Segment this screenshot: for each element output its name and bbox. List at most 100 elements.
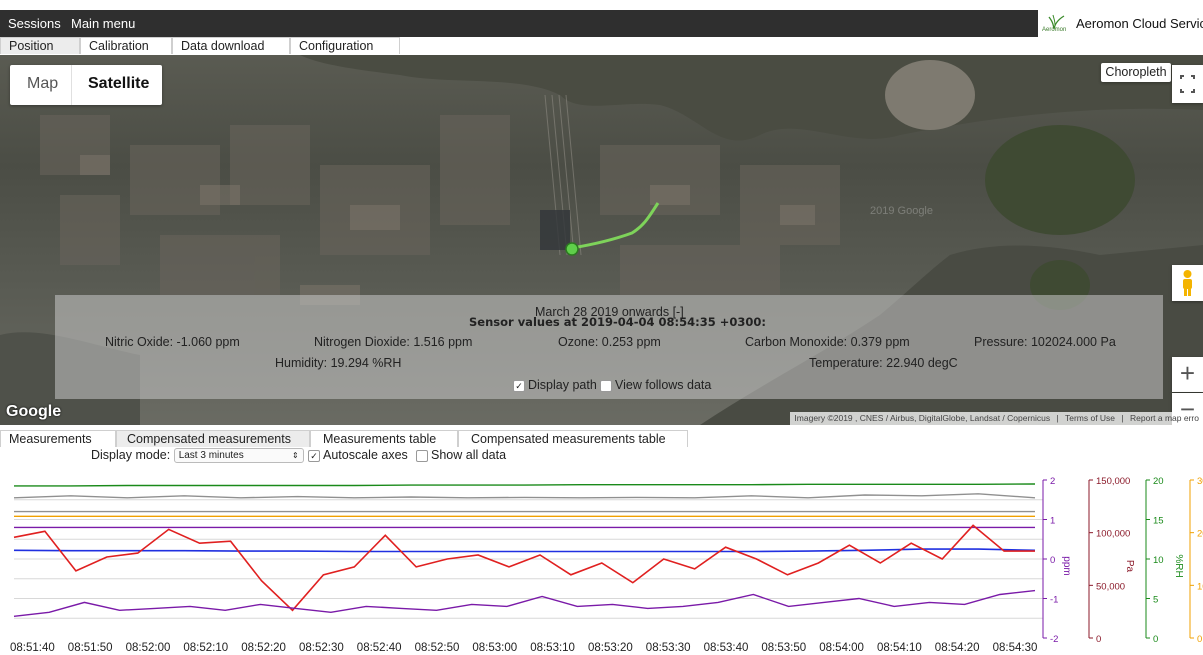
x-tick-label: 08:53:50 — [761, 642, 806, 654]
brand-logo-text: Aeromon — [1042, 27, 1067, 33]
axis-tick-label: 30 — [1197, 476, 1203, 487]
zoom-in-button[interactable]: + — [1172, 357, 1203, 392]
x-tick-label: 08:53:40 — [704, 642, 749, 654]
pressure-value: Pressure: 102024.000 Pa — [974, 335, 1116, 349]
display-path-label: Display path — [528, 378, 597, 392]
display-path-toggle[interactable]: ✓ Display path — [513, 378, 597, 392]
x-tick-label: 08:54:00 — [819, 642, 864, 654]
tab-compensated-measurements-table[interactable]: Compensated measurements table — [458, 430, 688, 447]
map-type-satellite-button[interactable]: Satellite — [88, 75, 149, 93]
x-tick-label: 08:54:20 — [935, 642, 980, 654]
view-follows-checkbox[interactable] — [600, 379, 612, 392]
x-tick-label: 08:51:50 — [68, 642, 113, 654]
sensor-heading: Sensor values at 2019-04-04 08:54:35 +03… — [469, 315, 767, 329]
x-tick-label: 08:52:40 — [357, 642, 402, 654]
axis-tick-label: 10 — [1153, 555, 1164, 566]
sessions-menu[interactable]: Sessions — [8, 16, 61, 31]
show-all-label: Show all data — [431, 448, 507, 462]
x-tick-label: 08:53:30 — [646, 642, 691, 654]
carbon-monoxide-value: Carbon Monoxide: 0.379 ppm — [745, 335, 910, 349]
series-line — [13, 493, 1036, 499]
axis-tick-label: 1 — [1050, 516, 1055, 527]
main-menu[interactable]: Main menu — [71, 16, 135, 31]
map-type-map-button[interactable]: Map — [27, 75, 58, 93]
axis-tick-label: 0 — [1197, 634, 1202, 645]
x-tick-label: 08:53:00 — [472, 642, 517, 654]
autoscale-checkbox[interactable]: ✓ — [308, 449, 320, 462]
humidity-value: Humidity: 19.294 %RH — [275, 356, 402, 370]
tab-calibration[interactable]: Calibration — [80, 37, 172, 54]
top-tabs: Position Calibration Data download Confi… — [0, 37, 1203, 55]
x-tick-label: 08:52:30 — [299, 642, 344, 654]
display-path-checkbox[interactable]: ✓ — [513, 379, 525, 392]
nitric-oxide-value: Nitric Oxide: -1.060 ppm — [105, 335, 240, 349]
map-attribution: Imagery ©2019 , CNES / Airbus, DigitalGl… — [790, 412, 1203, 425]
tab-measurements-table[interactable]: Measurements table — [310, 430, 458, 447]
bottom-tabs: Measurements Compensated measurements Me… — [0, 430, 1203, 447]
measurements-chart[interactable]: 08:51:40 08:51:50 08:52:00 08:52:10 08:52:20… — [0, 468, 1203, 655]
autoscale-toggle[interactable]: ✓ Autoscale axes — [308, 448, 408, 464]
terms-of-use-link[interactable]: Terms of Use — [1065, 413, 1115, 423]
axis-tick-label: 20 — [1197, 529, 1203, 540]
tab-data-download[interactable]: Data download — [172, 37, 290, 54]
x-tick-label: 08:52:00 — [126, 642, 171, 654]
axis-unit-label: ppm — [1061, 556, 1072, 575]
axis-tick-label: 5 — [1153, 595, 1158, 606]
show-all-toggle[interactable]: Show all data — [416, 448, 506, 464]
axis-tick-label: 10 — [1197, 581, 1203, 592]
view-follows-label: View follows data — [615, 378, 712, 392]
display-mode-value: Last 3 minutes — [178, 450, 244, 462]
axis-tick-label: -2 — [1050, 634, 1058, 645]
tab-position[interactable]: Position — [0, 37, 80, 54]
pegman-icon — [1183, 270, 1192, 296]
ozone-value: Ozone: 0.253 ppm — [558, 335, 661, 349]
axis-tick-label: 0 — [1096, 634, 1101, 645]
tab-measurements[interactable]: Measurements — [0, 430, 116, 447]
axis-tick-label: 0 — [1050, 555, 1055, 566]
axis-tick-label: -1 — [1050, 595, 1058, 606]
choropleth-button[interactable]: Choropleth — [1101, 63, 1171, 82]
x-tick-label: 08:53:10 — [530, 642, 575, 654]
x-tick-label: 08:51:40 — [10, 642, 55, 654]
axis-tick-label: 15 — [1153, 516, 1164, 527]
x-tick-label: 08:52:50 — [415, 642, 460, 654]
sensor-values-panel: March 28 2019 onwards [-] Sensor values … — [55, 295, 1163, 399]
nitrogen-dioxide-value: Nitrogen Dioxide: 1.516 ppm — [314, 335, 473, 349]
display-mode-select[interactable]: Last 3 minutes ⇕ — [173, 448, 304, 464]
satellite-map[interactable]: 2019 Google Map Satellite Choropleth + −… — [0, 55, 1203, 425]
x-tick-label: 08:54:30 — [993, 642, 1038, 654]
select-arrows-icon: ⇕ — [291, 451, 299, 461]
brand-name: Aeromon Cloud Servic — [1076, 16, 1203, 31]
x-tick-label: 08:52:20 — [241, 642, 286, 654]
report-map-error-link[interactable]: Report a map erro — [1130, 413, 1199, 423]
fullscreen-icon — [1180, 75, 1195, 93]
series-line — [14, 483, 1036, 487]
series-line — [13, 524, 1035, 612]
x-tick-label: 08:52:10 — [183, 642, 228, 654]
map-type-control: Map Satellite — [10, 65, 162, 105]
display-mode-label: Display mode: — [91, 448, 171, 462]
map-type-divider — [71, 65, 72, 105]
temperature-value: Temperature: 22.940 degC — [809, 356, 958, 370]
sensor-marker[interactable] — [565, 242, 579, 256]
fullscreen-button[interactable] — [1172, 65, 1203, 103]
show-all-checkbox[interactable] — [416, 449, 428, 462]
axis-tick-label: 20 — [1153, 476, 1164, 487]
series-line — [13, 548, 1036, 553]
axis-tick-label: 2 — [1050, 476, 1055, 487]
top-bar: Sessions Main menu Aeromon Aeromon Cloud… — [0, 10, 1203, 37]
x-tick-label: 08:53:20 — [588, 642, 633, 654]
brand: Aeromon Aeromon Cloud Servic — [1038, 10, 1203, 37]
axis-unit-label: %RH — [1173, 554, 1184, 577]
google-logo: Google — [6, 403, 62, 420]
view-follows-toggle[interactable]: View follows data — [600, 378, 711, 392]
axis-tick-label: 50,000 — [1096, 581, 1125, 592]
pegman-button[interactable] — [1172, 265, 1203, 301]
axis-unit-label: Pa — [1124, 560, 1135, 573]
axis-tick-label: 150,000 — [1096, 476, 1130, 487]
imagery-credit: Imagery ©2019 , CNES / Airbus, DigitalGl… — [794, 413, 1051, 423]
map-watermark: 2019 Google — [870, 205, 933, 217]
x-tick-label: 08:54:10 — [877, 642, 922, 654]
tab-configuration[interactable]: Configuration — [290, 37, 400, 54]
tab-compensated-measurements[interactable]: Compensated measurements — [116, 430, 310, 447]
